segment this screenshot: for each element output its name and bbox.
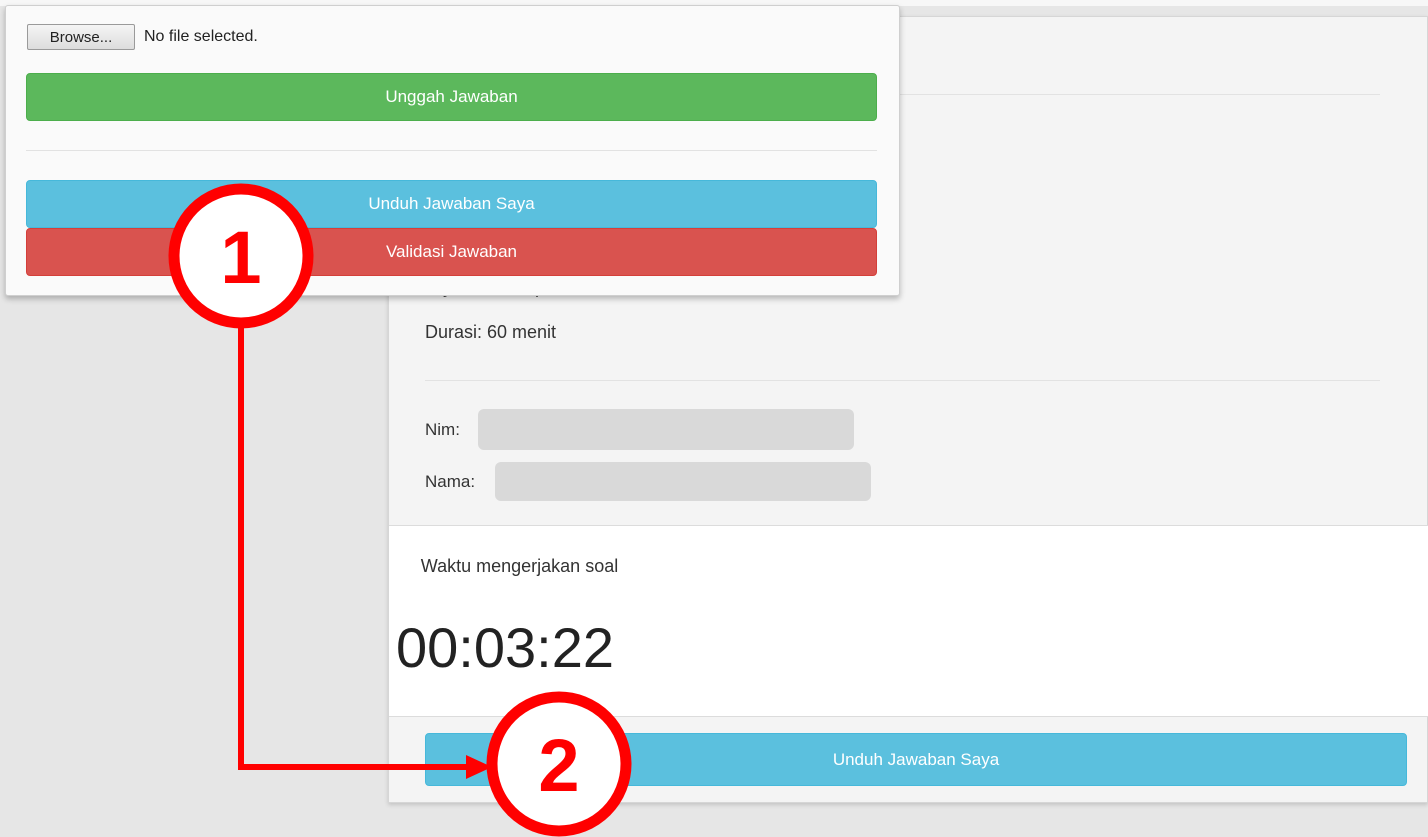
annotation-arrow-line [238,320,470,770]
annotation-overlay: 1 2 [168,183,632,837]
step-2-number: 2 [538,724,579,807]
step-1-number: 1 [220,216,261,299]
